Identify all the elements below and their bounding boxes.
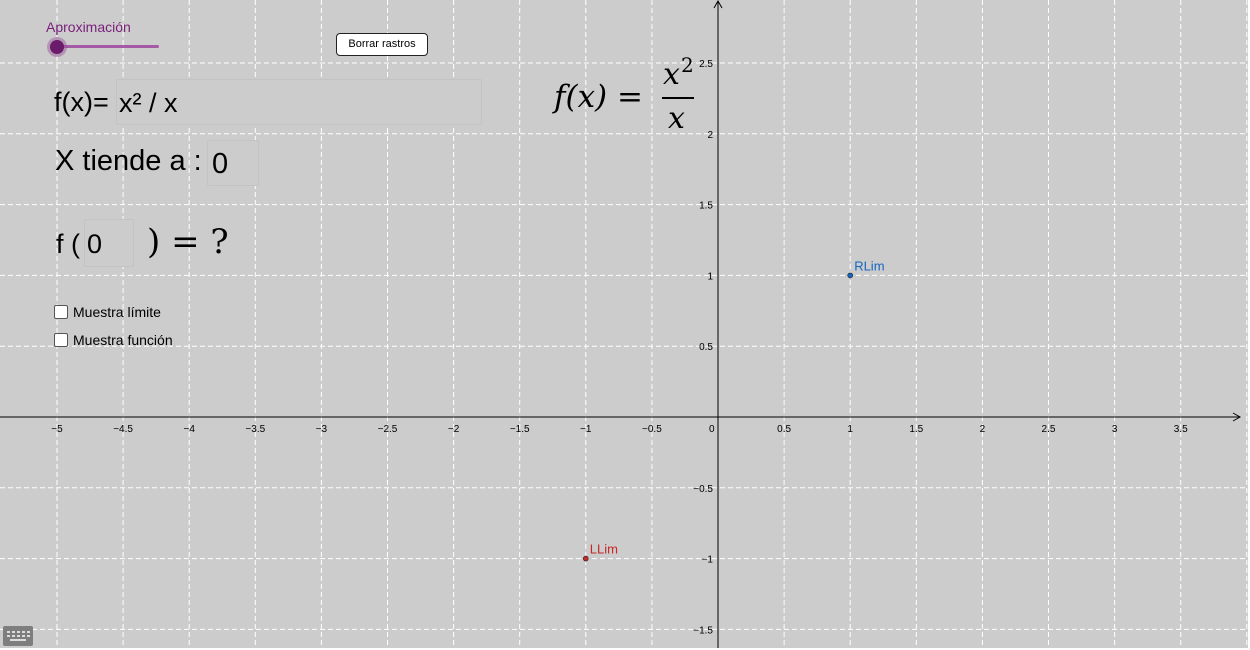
evaluation-input[interactable]: 0 — [84, 219, 134, 267]
y-tick-label: 1.5 — [699, 201, 713, 212]
x-tick-label: −3.5 — [245, 424, 265, 435]
y-tick-label: −1.5 — [693, 625, 713, 636]
y-tick-label: 0.5 — [699, 342, 713, 353]
point-llim — [582, 555, 589, 562]
x-tick-label: 3.5 — [1174, 424, 1188, 435]
x-tick-label: −3 — [316, 424, 328, 435]
formula-numerator: x — [663, 57, 680, 92]
keyboard-glyph-icon — [7, 631, 30, 641]
x-tick-label: 0.5 — [777, 424, 791, 435]
show-limit-label: Muestra límite — [73, 304, 161, 320]
x-tick-label: −4 — [183, 424, 195, 435]
x-tick-label: 3 — [1112, 424, 1118, 435]
slider-label: Aproximación — [46, 19, 131, 35]
show-function-checkbox[interactable]: Muestra función — [54, 332, 173, 348]
x-tick-label: −2 — [448, 424, 460, 435]
clear-traces-button[interactable]: Borrar rastros — [336, 33, 428, 56]
keyboard-icon[interactable] — [3, 626, 33, 646]
x-tick-label: −2.5 — [378, 424, 398, 435]
x-tick-label: 2.5 — [1042, 424, 1056, 435]
x-tick-label: 0 — [709, 424, 715, 435]
show-limit-checkbox[interactable]: Muestra límite — [54, 304, 161, 320]
show-function-label: Muestra función — [73, 332, 173, 348]
x-tick-label: 2 — [980, 424, 986, 435]
approach-input-label: X tiende a : — [55, 145, 202, 177]
function-input-label: f(x)= — [54, 87, 109, 117]
point-label-rlim: RLim — [854, 258, 884, 273]
slider-track[interactable] — [57, 45, 159, 48]
points: RLim LLim — [582, 258, 885, 562]
formula-lhs: f(x) = — [554, 79, 643, 115]
evaluation-label: f ( — [56, 229, 80, 259]
x-tick-label: −5 — [51, 424, 63, 435]
evaluation-result: ) = ? — [147, 222, 229, 262]
checkbox-box[interactable] — [54, 305, 68, 319]
x-tick-label: −1.5 — [510, 424, 530, 435]
y-tick-label: 1 — [707, 271, 713, 282]
point-label-llim: LLim — [590, 542, 618, 557]
x-tick-label: 1 — [847, 424, 853, 435]
x-tick-label: −4.5 — [113, 424, 133, 435]
geogebra-applet: −5 −4.5 −4 −3.5 −3 −2.5 −2 −1.5 −1 −0.5 0 0.5 1 1.5 2 2… — [0, 0, 1248, 648]
y-tick-label: −1 — [702, 555, 714, 566]
formula-denominator: x — [668, 101, 685, 136]
function-input[interactable]: x² / x — [116, 79, 482, 125]
fraction-bar — [662, 97, 694, 99]
y-tick-label: −0.5 — [693, 484, 713, 495]
x-tick-label: −0.5 — [642, 424, 662, 435]
x-tick-label: −1 — [580, 424, 592, 435]
formula-exponent: 2 — [681, 53, 694, 77]
checkbox-box[interactable] — [54, 333, 68, 347]
x-tick-label: 1.5 — [909, 424, 923, 435]
y-tick-label: 2.5 — [699, 59, 713, 70]
y-tick-label: 2 — [707, 130, 713, 141]
approach-input[interactable]: 0 — [207, 140, 259, 186]
point-rlim — [847, 272, 854, 279]
slider-handle[interactable] — [50, 40, 64, 54]
